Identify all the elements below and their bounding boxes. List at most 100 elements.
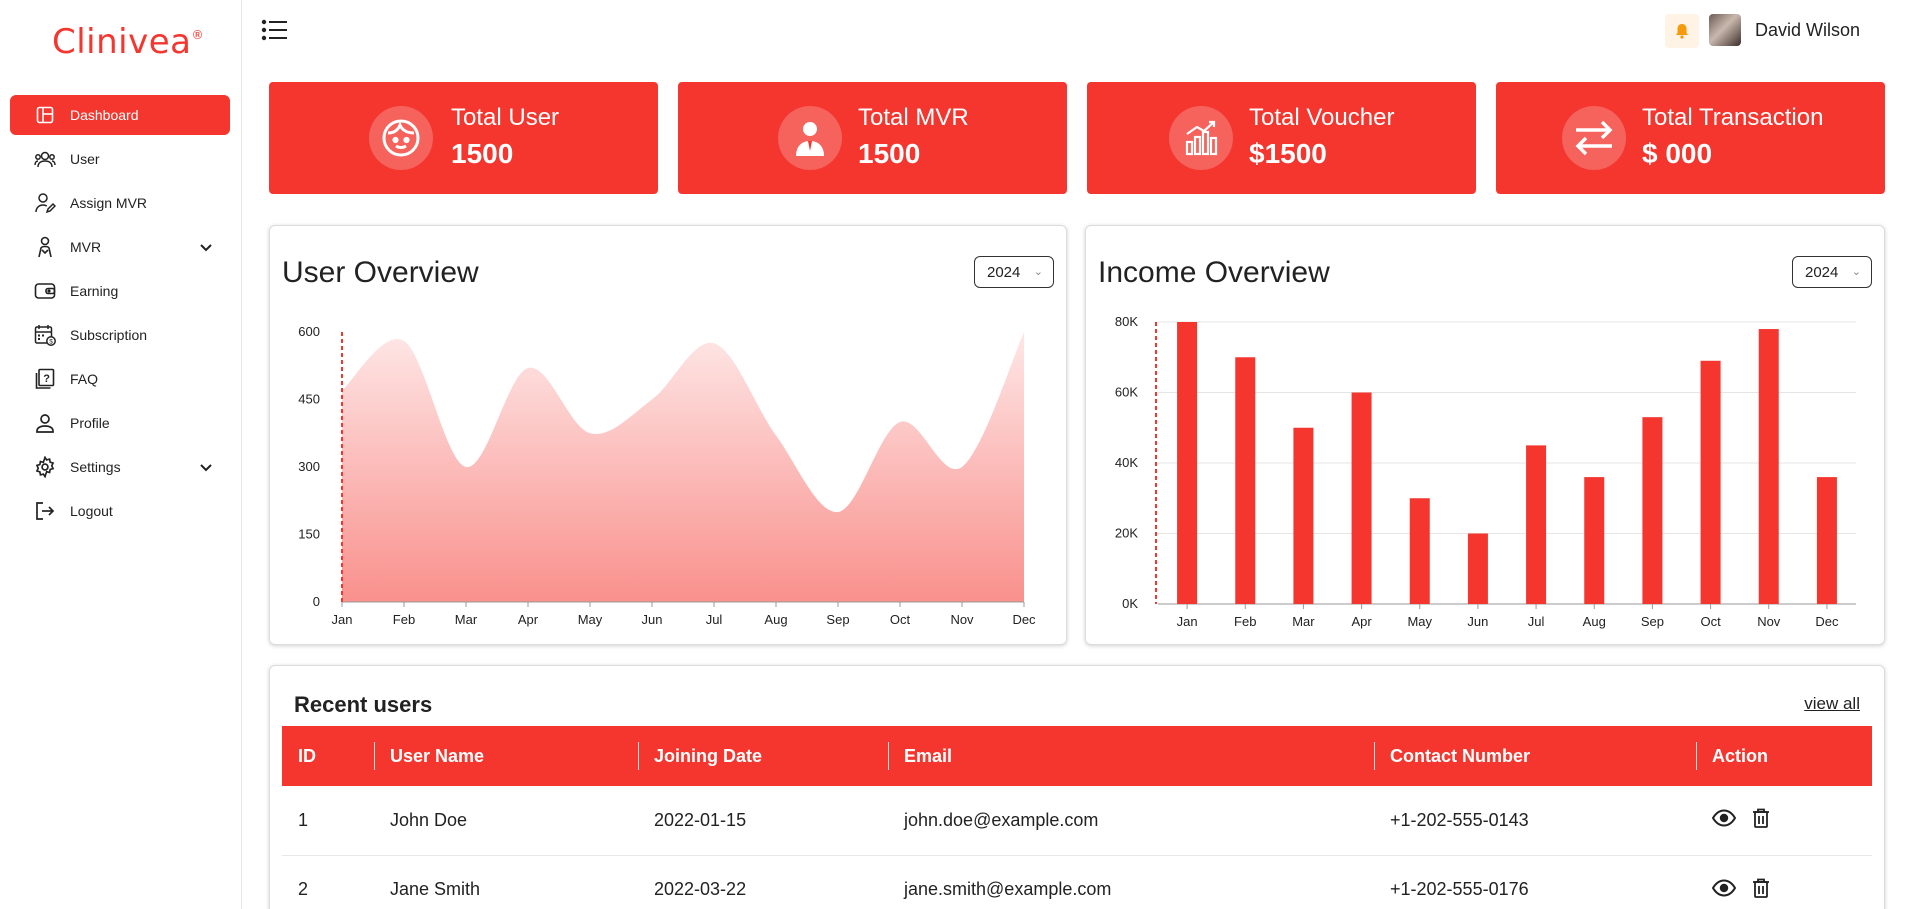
users-icon	[34, 148, 56, 170]
sidebar-nav: Dashboard User Assign MVR MVR Earning $ …	[10, 95, 230, 535]
sidebar-item-label: FAQ	[70, 371, 99, 387]
user-overview-chart: 0 150 300 450 600 Jan Feb Mar Apr May Jun Jul Aug Sep…	[298, 324, 1036, 627]
sidebar-item-earning[interactable]: Earning	[10, 271, 230, 311]
y-tick-label: 600	[298, 324, 320, 339]
cell-user-name: John Doe	[374, 786, 638, 856]
y-tick-label: 150	[298, 527, 320, 542]
bar[interactable]	[1526, 445, 1547, 604]
trash-icon[interactable]	[1752, 808, 1770, 829]
x-tick-label: Jun	[1467, 614, 1488, 629]
calendar-icon: $	[34, 324, 56, 346]
x-tick-label: Jul	[706, 612, 723, 627]
stat-card-total-mvr[interactable]: Total MVR 1500	[678, 82, 1067, 194]
sidebar-item-assign-mvr[interactable]: Assign MVR	[10, 183, 230, 223]
column-header: Contact Number	[1374, 726, 1696, 786]
table-header-row: ID User Name Joining Date Email Contact …	[282, 726, 1872, 786]
x-tick-label: Mar	[1292, 614, 1315, 629]
chevron-down-icon[interactable]	[200, 459, 212, 475]
stat-card-total-transaction[interactable]: Total Transaction $ 000	[1496, 82, 1885, 194]
bar[interactable]	[1584, 477, 1605, 604]
bar[interactable]	[1467, 533, 1488, 605]
cell-email: john.doe@example.com	[888, 786, 1374, 856]
dashboard-icon	[34, 104, 56, 126]
sidebar-item-faq[interactable]: ? FAQ	[10, 359, 230, 399]
sidebar: Clinivea® Dashboard User Assign MVR MVR …	[0, 0, 242, 909]
x-tick-label: Sep	[1641, 614, 1664, 629]
logout-icon	[34, 500, 56, 522]
sidebar-item-settings[interactable]: Settings	[10, 447, 230, 487]
bar[interactable]	[1351, 392, 1372, 605]
svg-text:$: $	[49, 339, 53, 346]
face-icon	[369, 106, 433, 170]
bar[interactable]	[1700, 360, 1721, 604]
column-header: ID	[282, 726, 374, 786]
sidebar-item-label: Subscription	[70, 327, 148, 343]
cell-email: jane.smith@example.com	[888, 855, 1374, 909]
stat-label: Total Transaction	[1642, 104, 1824, 131]
income-overview-panel: Income Overview 2024 ⌄ 0K 20K 40K 60K 80K Jan F…	[1085, 225, 1885, 645]
sidebar-item-logout[interactable]: Logout	[10, 491, 230, 531]
stat-card-total-user[interactable]: Total User 1500	[269, 82, 658, 194]
x-tick-label: Mar	[455, 612, 478, 627]
businessman-icon	[778, 106, 842, 170]
x-tick-label: Sep	[826, 612, 849, 627]
stat-value: $1500	[1249, 138, 1327, 169]
app-logo[interactable]: Clinivea®	[52, 22, 204, 62]
bar[interactable]	[1235, 357, 1256, 604]
bar[interactable]	[1642, 417, 1663, 604]
cell-joining-date: 2022-01-15	[638, 786, 888, 856]
chevron-down-icon[interactable]	[200, 239, 212, 255]
svg-text:?: ?	[43, 373, 50, 385]
income-overview-chart: 0K 20K 40K 60K 80K Jan Feb Mar Apr May Jun Jul Aug Se…	[1115, 314, 1856, 629]
y-tick-label: 0	[313, 594, 320, 609]
column-header: User Name	[374, 726, 638, 786]
eye-icon[interactable]	[1712, 878, 1736, 897]
view-all-link[interactable]: view all	[1804, 694, 1860, 714]
bar[interactable]	[1758, 329, 1779, 604]
avatar[interactable]	[1709, 14, 1741, 46]
cell-id: 2	[282, 855, 374, 909]
x-tick-label: Nov	[950, 612, 974, 627]
sidebar-item-label: Earning	[70, 283, 119, 299]
sidebar-item-label: Settings	[70, 459, 121, 475]
trash-icon[interactable]	[1752, 878, 1770, 898]
notification-bell-icon[interactable]	[1665, 14, 1699, 48]
sidebar-item-subscription[interactable]: $ Subscription	[10, 315, 230, 355]
x-tick-label: May	[1407, 614, 1432, 629]
cell-contact-number: +1-202-555-0143	[1374, 786, 1696, 856]
cell-joining-date: 2022-03-22	[638, 855, 888, 909]
user-overview-panel: User Overview 2024 ⌄ 0 150 300 450 600 Jan Feb M…	[269, 225, 1067, 645]
x-tick-label: Oct	[890, 612, 911, 627]
x-tick-label: Feb	[1234, 614, 1256, 629]
y-tick-label: 40K	[1115, 455, 1138, 470]
user-name[interactable]: David Wilson	[1755, 20, 1860, 41]
y-tick-label: 80K	[1115, 314, 1138, 329]
table-row: 2 Jane Smith 2022-03-22 jane.smith@examp…	[282, 855, 1872, 909]
help-book-icon: ?	[34, 368, 56, 390]
bar[interactable]	[1177, 322, 1198, 604]
sidebar-item-label: Profile	[70, 415, 110, 431]
x-tick-label: Jan	[1177, 614, 1198, 629]
topbar: David Wilson	[243, 0, 1905, 66]
x-tick-label: May	[578, 612, 603, 627]
y-tick-label: 450	[298, 392, 320, 407]
cell-action	[1696, 855, 1872, 909]
bar[interactable]	[1409, 498, 1430, 604]
eye-icon[interactable]	[1712, 809, 1736, 827]
column-header: Joining Date	[638, 726, 888, 786]
stat-card-total-voucher[interactable]: Total Voucher $1500	[1087, 82, 1476, 194]
stat-label: Total User	[451, 104, 560, 131]
menu-list-icon[interactable]	[261, 18, 289, 47]
column-header: Email	[888, 726, 1374, 786]
sidebar-item-mvr[interactable]: MVR	[10, 227, 230, 267]
stat-value: 1500	[451, 138, 514, 169]
sidebar-item-label: MVR	[70, 239, 102, 255]
sidebar-item-profile[interactable]: Profile	[10, 403, 230, 443]
bar[interactable]	[1293, 427, 1314, 604]
sidebar-item-user[interactable]: User	[10, 139, 230, 179]
x-tick-label: Aug	[764, 612, 787, 627]
x-tick-label: Jan	[332, 612, 353, 627]
cell-user-name: Jane Smith	[374, 855, 638, 909]
bar[interactable]	[1816, 477, 1837, 604]
sidebar-item-dashboard[interactable]: Dashboard	[10, 95, 230, 135]
